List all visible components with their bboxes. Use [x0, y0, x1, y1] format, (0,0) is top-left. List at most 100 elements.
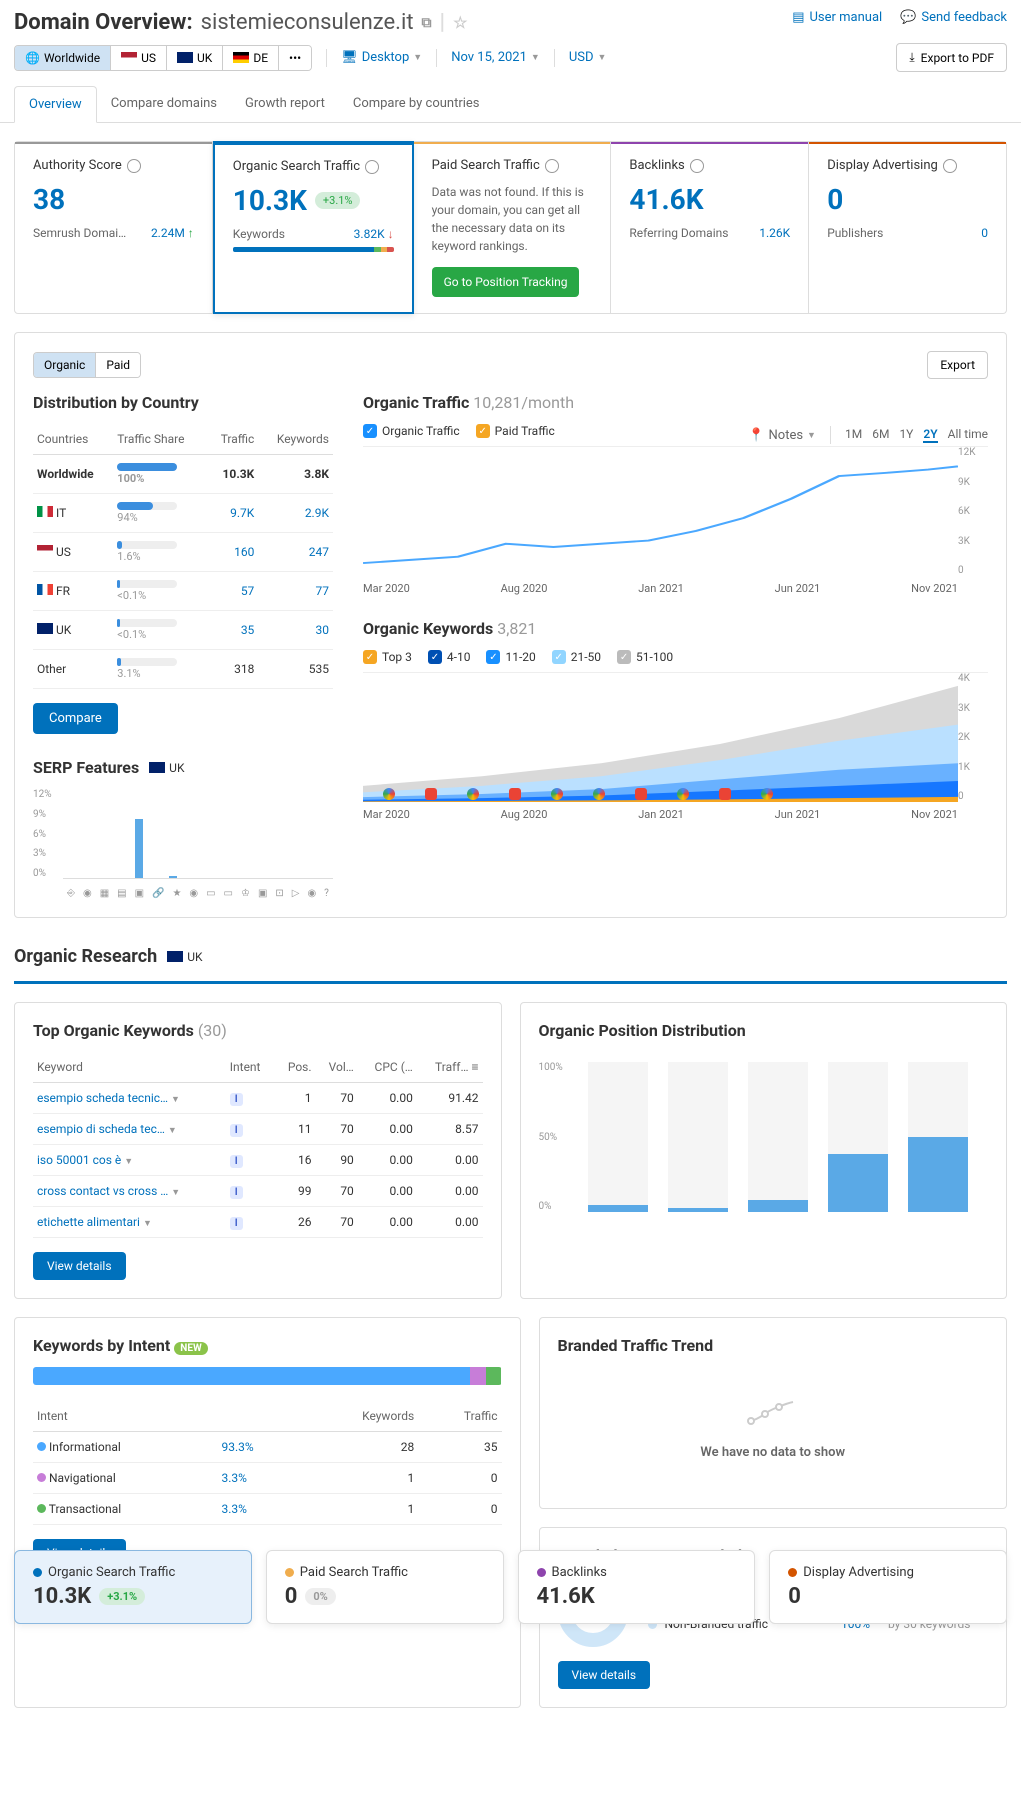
tab-overview[interactable]: Overview — [14, 86, 97, 123]
intent-badge: I — [230, 1186, 243, 1199]
table-row: etichette alimentari ▼I26700.000.00 — [33, 1207, 483, 1238]
top-organic-keywords-card: Top Organic Keywords (30) Keyword Intent… — [14, 1002, 502, 1299]
intent-table: Intent Keywords Traffic Informational93.… — [33, 1401, 502, 1525]
intent-bar — [33, 1367, 502, 1385]
chevron-down-icon[interactable]: ▼ — [171, 1095, 180, 1105]
go-position-tracking-button[interactable]: Go to Position Tracking — [432, 267, 580, 297]
compare-button[interactable]: Compare — [33, 703, 118, 734]
branded-traffic-trend-card: Branded Traffic Trend We have no data to… — [539, 1317, 1008, 1509]
distribution-table: Countries Traffic Share Traffic Keywords… — [33, 424, 333, 689]
toggle-organic[interactable]: Organic — [34, 353, 96, 377]
info-icon — [545, 159, 559, 173]
intent-badge: I — [230, 1093, 243, 1106]
legend-item[interactable]: ✓21-50 — [552, 650, 601, 664]
chevron-down-icon: ▼ — [413, 52, 422, 63]
card-organic-traffic[interactable]: Organic Search Traffic 10.3K+3.1% Keywor… — [213, 141, 414, 314]
time-range-option[interactable]: 1Y — [899, 427, 913, 443]
chevron-down-icon[interactable]: ▼ — [124, 1157, 133, 1167]
keyword-legend: ✓Top 3 ✓4-10 ✓11-20 ✓21-50 ✓51-100 — [363, 650, 988, 664]
comment-icon: 💬 — [900, 10, 916, 25]
date-dropdown[interactable]: Nov 15, 2021 ▼ — [451, 50, 540, 65]
legend-item[interactable]: ✓51-100 — [617, 650, 673, 664]
card-backlinks[interactable]: Backlinks 41.6K Referring Domains1.26K — [611, 141, 809, 314]
export-pdf-button[interactable]: ⤓Export to PDF — [896, 43, 1007, 72]
info-icon — [690, 159, 704, 173]
desktop-icon: 🖥 — [341, 50, 358, 65]
country-de[interactable]: DE — [223, 46, 279, 70]
time-range-option[interactable]: 6M — [872, 427, 889, 443]
chevron-down-icon: ▼ — [531, 52, 540, 63]
keywords-by-intent-card: Keywords by Intent New Intent Keywords T… — [14, 1317, 521, 1708]
country-us[interactable]: US — [111, 46, 167, 70]
time-range-selector: 1M 6M 1Y 2Y All time — [845, 427, 988, 443]
table-row: Worldwide 100%10.3K3.8K — [33, 455, 333, 494]
pin-icon: 📍 — [748, 428, 764, 443]
legend-item[interactable]: ✓11-20 — [486, 650, 535, 664]
card-paid-traffic[interactable]: Paid Search Traffic Data was not found. … — [414, 141, 612, 314]
table-row: iso 50001 cos è ▼I16900.000.00 — [33, 1145, 483, 1176]
flag-icon — [37, 584, 53, 595]
bottom-card-organic[interactable]: Organic Search Traffic 10.3K+3.1% — [14, 1550, 252, 1624]
bottom-card-paid[interactable]: Paid Search Traffic 00% — [266, 1550, 504, 1624]
alert-marker-icon — [425, 788, 437, 800]
google-marker-icon — [383, 788, 395, 800]
time-range-option[interactable]: All time — [948, 427, 988, 443]
distribution-title: Distribution by Country — [33, 393, 333, 412]
time-range-option[interactable]: 2Y — [923, 427, 937, 443]
download-icon: ⤓ — [909, 50, 914, 65]
export-button[interactable]: Export — [927, 351, 988, 379]
country-selector: 🌐Worldwide US UK DE ••• — [14, 45, 312, 71]
legend-paid-traffic[interactable]: ✓Paid Traffic — [476, 424, 555, 438]
legend-organic-traffic[interactable]: ✓Organic Traffic — [363, 424, 460, 438]
table-row: US 1.6%160247 — [33, 533, 333, 572]
view-details-button[interactable]: View details — [558, 1661, 651, 1689]
main-tabs: Overview Compare domains Growth report C… — [0, 86, 1021, 123]
tab-growth-report[interactable]: Growth report — [231, 86, 339, 122]
notes-dropdown[interactable]: 📍Notes ▼ — [748, 428, 816, 443]
info-icon — [127, 159, 141, 173]
bottom-card-display[interactable]: Display Advertising 0 — [769, 1550, 1007, 1624]
position-distribution-chart: 100%50%0% — [539, 1052, 989, 1232]
position-distribution-card: Organic Position Distribution 100%50%0% — [520, 1002, 1008, 1299]
organic-traffic-chart: 12K9K6K3K0 — [363, 446, 988, 576]
country-worldwide[interactable]: 🌐Worldwide — [15, 46, 111, 70]
star-icon[interactable]: ☆ — [453, 13, 467, 32]
empty-chart-icon — [558, 1397, 989, 1435]
chevron-down-icon[interactable]: ▼ — [168, 1126, 177, 1136]
table-row: FR <0.1%5777 — [33, 572, 333, 611]
serp-features-chart: 12%9%6%3%0% ⎆◉▦▤▣🔗★◉▭▭♔▣⊡▷◉? — [33, 789, 333, 899]
country-more[interactable]: ••• — [279, 46, 311, 70]
flag-icon — [37, 506, 53, 517]
send-feedback-link[interactable]: 💬Send feedback — [900, 10, 1007, 25]
domain-name: sistemieconsulenze.it — [201, 10, 414, 35]
authority-score-value: 38 — [33, 183, 194, 216]
card-authority-score[interactable]: Authority Score 38 Semrush Domai…2.24M ↑ — [14, 141, 213, 314]
chevron-down-icon[interactable]: ▼ — [143, 1219, 152, 1229]
toggle-paid[interactable]: Paid — [96, 353, 140, 377]
globe-icon: 🌐 — [25, 51, 40, 65]
info-icon — [943, 159, 957, 173]
table-row: Informational93.3%2835 — [33, 1432, 502, 1463]
table-row: IT 94%9.7K2.9K — [33, 494, 333, 533]
legend-item[interactable]: ✓Top 3 — [363, 650, 412, 664]
page-title: Domain Overview: sistemieconsulenze.it ⧉… — [14, 10, 467, 35]
tab-compare-domains[interactable]: Compare domains — [97, 86, 231, 122]
card-display-advertising[interactable]: Display Advertising 0 Publishers0 — [809, 141, 1007, 314]
user-manual-link[interactable]: ▤User manual — [792, 10, 882, 25]
sort-icon[interactable]: ≡ — [471, 1060, 478, 1074]
legend-item[interactable]: ✓4-10 — [428, 650, 471, 664]
organic-keywords-chart: 4K3K2K1K0 — [363, 672, 988, 802]
chevron-down-icon: ▼ — [598, 52, 607, 63]
info-icon — [365, 160, 379, 174]
view-details-button[interactable]: View details — [33, 1252, 126, 1280]
tab-compare-countries[interactable]: Compare by countries — [339, 86, 494, 122]
flag-icon — [37, 623, 53, 634]
country-uk[interactable]: UK — [167, 46, 223, 70]
bottom-card-backlinks[interactable]: Backlinks 41.6K — [518, 1550, 756, 1624]
currency-dropdown[interactable]: USD ▼ — [569, 50, 607, 65]
table-row: esempio scheda tecnic… ▼I1700.0091.42 — [33, 1083, 483, 1114]
device-dropdown[interactable]: 🖥Desktop ▼ — [341, 50, 422, 65]
external-link-icon[interactable]: ⧉ — [422, 15, 432, 31]
time-range-option[interactable]: 1M — [845, 427, 862, 443]
chevron-down-icon[interactable]: ▼ — [171, 1188, 180, 1198]
